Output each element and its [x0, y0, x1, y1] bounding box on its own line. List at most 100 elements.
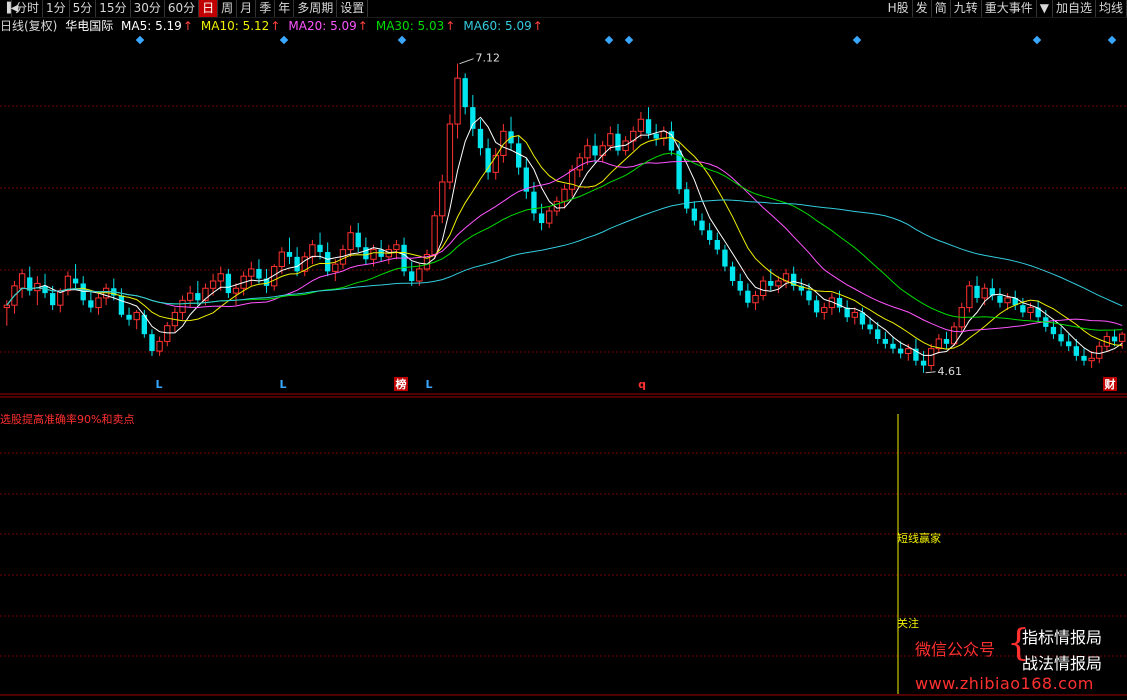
- candle-body[interactable]: [637, 118, 645, 132]
- candle-body[interactable]: [966, 285, 973, 309]
- toolbar-year-button[interactable]: 年: [275, 0, 295, 17]
- candle-body[interactable]: [156, 340, 163, 352]
- candle-body[interactable]: [714, 239, 720, 250]
- candle-body[interactable]: [80, 283, 86, 301]
- marker-l[interactable]: L: [279, 378, 286, 391]
- candle-body[interactable]: [446, 123, 454, 183]
- candle-body[interactable]: [1020, 305, 1026, 313]
- candle-body[interactable]: [768, 281, 774, 286]
- candle-body[interactable]: [1066, 341, 1072, 347]
- candle-body[interactable]: [209, 280, 217, 289]
- candle-body[interactable]: [653, 133, 659, 139]
- candle-body[interactable]: [699, 220, 705, 231]
- candle-body[interactable]: [149, 334, 155, 352]
- candle-body[interactable]: [492, 154, 499, 173]
- candle-body[interactable]: [393, 244, 400, 251]
- candle-body[interactable]: [164, 325, 171, 342]
- toolbar-hshare-button[interactable]: H股: [885, 0, 913, 17]
- event-diamond-icon[interactable]: [624, 35, 634, 45]
- marker-q[interactable]: q: [638, 378, 646, 391]
- candle-body[interactable]: [1058, 334, 1064, 342]
- event-diamond-icon[interactable]: [1107, 35, 1117, 45]
- toolbar-fa-button[interactable]: 发: [913, 0, 932, 17]
- candle-body[interactable]: [1119, 333, 1126, 342]
- toolbar-dropdown-button[interactable]: ▼: [1037, 0, 1053, 17]
- candle-body[interactable]: [225, 273, 232, 294]
- candle-body[interactable]: [363, 247, 369, 260]
- toolbar-jiuzhuan-button[interactable]: 九转: [951, 0, 982, 17]
- candle-body[interactable]: [684, 189, 690, 209]
- candle-body[interactable]: [232, 287, 240, 294]
- candle-body[interactable]: [454, 77, 461, 125]
- candle-body[interactable]: [568, 169, 576, 190]
- candle-body[interactable]: [599, 145, 606, 156]
- candle-body[interactable]: [370, 249, 377, 260]
- candle-body[interactable]: [1081, 355, 1087, 361]
- candle-body[interactable]: [248, 268, 255, 277]
- candle-body[interactable]: [126, 314, 132, 320]
- event-diamond-icon[interactable]: [279, 35, 289, 45]
- toolbar-addwatch-button[interactable]: 加自选: [1053, 0, 1096, 17]
- candle-body[interactable]: [538, 213, 545, 224]
- candle-body[interactable]: [722, 249, 728, 267]
- candle-body[interactable]: [920, 360, 927, 366]
- candle-body[interactable]: [531, 191, 537, 214]
- candle-body[interactable]: [905, 348, 912, 354]
- toolbar-15m-button[interactable]: 15分: [96, 0, 131, 17]
- candle-body[interactable]: [88, 300, 94, 308]
- toolbar-fs-button[interactable]: 分时: [12, 0, 44, 17]
- candle-body[interactable]: [882, 338, 889, 344]
- candle-body[interactable]: [645, 119, 652, 134]
- candle-body[interactable]: [974, 285, 980, 298]
- candle-body[interactable]: [943, 338, 950, 344]
- marker-bang[interactable]: 榜: [396, 377, 407, 391]
- candle-body[interactable]: [1004, 297, 1011, 304]
- toolbar-month-button[interactable]: 月: [237, 0, 257, 17]
- candle-body[interactable]: [691, 208, 698, 221]
- toolbar-multi-button[interactable]: 多周期: [294, 0, 338, 17]
- candle-body[interactable]: [118, 295, 125, 315]
- toolbar-settings-button[interactable]: 设置: [337, 0, 369, 17]
- candle-body[interactable]: [500, 130, 507, 156]
- candle-body[interactable]: [1073, 346, 1080, 356]
- candle-body[interactable]: [1050, 326, 1057, 335]
- candle-body[interactable]: [195, 293, 201, 301]
- candle-body[interactable]: [3, 304, 10, 309]
- candle-body[interactable]: [332, 263, 339, 272]
- candle-body[interactable]: [477, 128, 484, 149]
- candle-body[interactable]: [592, 145, 598, 156]
- candle-body[interactable]: [18, 273, 26, 289]
- candle-body[interactable]: [775, 280, 782, 287]
- stock-name[interactable]: 华电国际: [65, 19, 113, 33]
- toolbar-5m-button[interactable]: 5分: [70, 0, 97, 17]
- candle-body[interactable]: [462, 78, 468, 108]
- candle-body[interactable]: [256, 268, 262, 279]
- candle-body[interactable]: [997, 295, 1003, 303]
- candle-body[interactable]: [355, 232, 361, 248]
- candle-body[interactable]: [416, 268, 423, 282]
- candle-body[interactable]: [1111, 336, 1118, 342]
- candle-body[interactable]: [325, 252, 331, 272]
- candle-body[interactable]: [584, 145, 591, 159]
- toolbar-60m-button[interactable]: 60分: [165, 0, 200, 17]
- candle-body[interactable]: [813, 300, 820, 313]
- candle-body[interactable]: [72, 278, 79, 284]
- candlestick-chart[interactable]: 7.12 4.61 L L 榜 Lq 财: [0, 34, 1127, 396]
- event-diamond-icon[interactable]: [852, 35, 862, 45]
- candle-body[interactable]: [217, 273, 224, 282]
- candle-body[interactable]: [278, 251, 286, 268]
- candle-body[interactable]: [928, 348, 935, 367]
- candle-body[interactable]: [745, 290, 751, 303]
- candle-body[interactable]: [576, 157, 583, 171]
- marker-l[interactable]: L: [425, 378, 432, 391]
- candle-body[interactable]: [49, 293, 56, 306]
- candle-body[interactable]: [607, 133, 614, 147]
- event-diamond-icon[interactable]: [604, 35, 614, 45]
- candle-body[interactable]: [737, 281, 743, 291]
- marker-l[interactable]: L: [155, 378, 162, 391]
- candle-body[interactable]: [759, 280, 767, 297]
- toolbar-1m-button[interactable]: 1分: [43, 0, 70, 17]
- candle-body[interactable]: [294, 256, 300, 272]
- candle-body[interactable]: [821, 307, 828, 313]
- candle-body[interactable]: [1096, 345, 1103, 359]
